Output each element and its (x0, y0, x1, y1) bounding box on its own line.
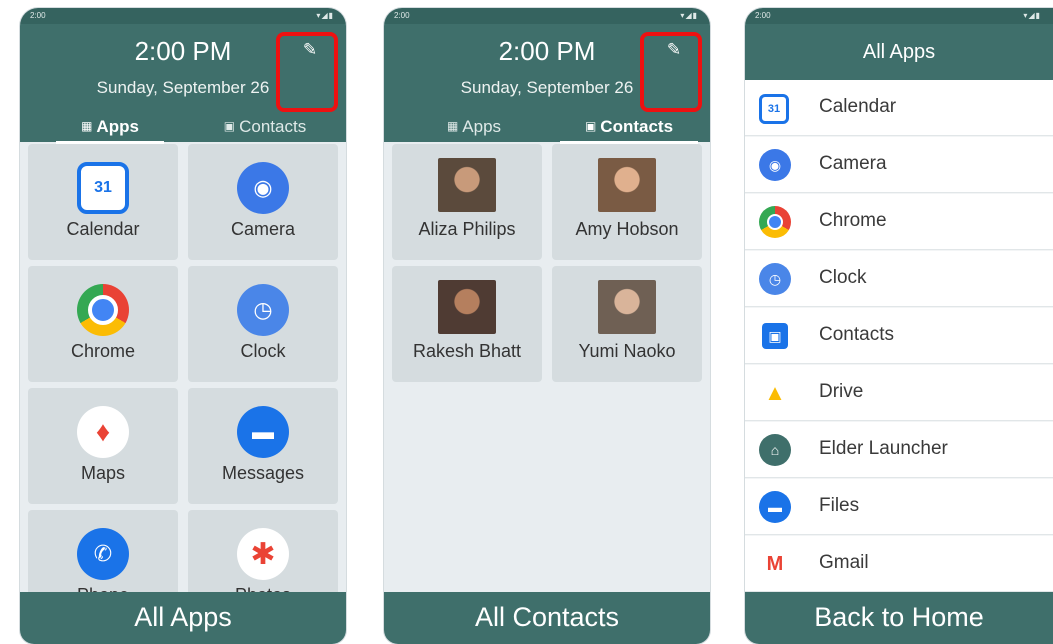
chrome-icon (759, 206, 791, 238)
contact-name: Aliza Philips (418, 219, 516, 239)
contact-tile[interactable]: Rakesh Bhatt (392, 266, 542, 382)
maps-icon: ♦ (77, 406, 129, 458)
all-contacts-button[interactable]: All Contacts (384, 592, 710, 644)
contact-name: Rakesh Bhatt (412, 341, 522, 361)
edit-highlight-box (640, 32, 702, 112)
list-item-gmail[interactable]: M Gmail (745, 536, 1053, 592)
tab-bar: ▦ Apps ▣ Contacts (20, 112, 346, 144)
home-header: 2:00 PM Sunday, September 26 ✎ ▦ Apps ▣ Co… (384, 24, 710, 144)
files-icon: ▬ (759, 491, 791, 523)
gmail-icon: M (759, 548, 791, 580)
phone-apps-screen: 2:00 ▾◢▮ 2:00 PM Sunday, September 26 ✎ … (20, 8, 346, 644)
messages-icon: ▬ (237, 406, 289, 458)
contact-photo (438, 158, 496, 212)
photos-icon: ✱ (237, 528, 289, 580)
tab-contacts[interactable]: ▣ Contacts (190, 112, 340, 142)
contact-name: Yumi Naoko (578, 341, 676, 361)
status-time: 2:00 (755, 11, 771, 20)
list-item-elder-launcher[interactable]: ⌂ Elder Launcher (745, 422, 1053, 478)
tab-bar: ▦ Apps ▣ Contacts (384, 112, 710, 144)
tab-apps[interactable]: ▦ Apps (414, 112, 534, 142)
all-apps-title: All Apps (745, 24, 1053, 80)
all-apps-button[interactable]: All Apps (20, 592, 346, 644)
status-icons: ▾◢▮ (1023, 11, 1041, 20)
list-item-drive[interactable]: ▲ Drive (745, 365, 1053, 421)
list-item-calendar[interactable]: 31 Calendar (745, 80, 1053, 136)
contact-photo (598, 158, 656, 212)
status-icons: ▾◢▮ (316, 11, 334, 20)
status-time: 2:00 (394, 11, 410, 20)
contacts-icon: ▣ (762, 323, 788, 349)
list-item-chrome[interactable]: Chrome (745, 194, 1053, 250)
list-item-contacts[interactable]: ▣ Contacts (745, 308, 1053, 364)
list-item-clock[interactable]: ◷ Clock (745, 251, 1053, 307)
app-tile-clock[interactable]: ◷ Clock (188, 266, 338, 382)
status-bar: 2:00 ▾◢▮ (745, 8, 1053, 24)
app-tile-messages[interactable]: ▬ Messages (188, 388, 338, 504)
phone-all-apps-screen: 2:00 ▾◢▮ All Apps 31 Calendar ◉ Camera C… (745, 8, 1053, 644)
home-header: 2:00 PM Sunday, September 26 ✎ ▦ Apps ▣ Co… (20, 24, 346, 144)
calendar-icon: 31 (77, 162, 129, 214)
list-item-camera[interactable]: ◉ Camera (745, 137, 1053, 193)
phone-contacts-screen: 2:00 ▾◢▮ 2:00 PM Sunday, September 26 ✎ … (384, 8, 710, 644)
contact-photo (598, 280, 656, 334)
camera-icon: ◉ (759, 149, 791, 181)
contact-name: Amy Hobson (575, 219, 679, 239)
back-to-home-button[interactable]: Back to Home (745, 592, 1053, 644)
contact-tile[interactable]: Amy Hobson (552, 144, 702, 260)
list-item-files[interactable]: ▬ Files (745, 479, 1053, 535)
drive-icon: ▲ (764, 380, 786, 405)
calendar-icon: 31 (759, 94, 789, 124)
apps-grid-icon: ▦ (81, 119, 93, 133)
status-bar: 2:00 ▾◢▮ (384, 8, 710, 24)
elder-launcher-icon: ⌂ (759, 434, 791, 466)
contact-tile[interactable]: Yumi Naoko (552, 266, 702, 382)
tab-apps[interactable]: ▦ Apps (50, 112, 170, 144)
clock-icon: ◷ (237, 284, 289, 336)
edit-highlight-box (276, 32, 338, 112)
apps-grid-icon: ▦ (446, 119, 459, 133)
app-tile-camera[interactable]: ◉ Camera (188, 144, 338, 260)
app-tile-chrome[interactable]: Chrome (28, 266, 178, 382)
app-tile-calendar[interactable]: 31 Calendar (28, 144, 178, 260)
contact-tile[interactable]: Aliza Philips (392, 144, 542, 260)
status-icons: ▾◢▮ (680, 11, 698, 20)
tab-contacts[interactable]: ▣ Contacts (554, 112, 704, 144)
contacts-icon: ▣ (584, 119, 597, 133)
status-time: 2:00 (30, 11, 46, 20)
clock-icon: ◷ (759, 263, 791, 295)
app-tile-maps[interactable]: ♦ Maps (28, 388, 178, 504)
status-bar: 2:00 ▾◢▮ (20, 8, 346, 24)
phone-icon: ✆ (77, 528, 129, 580)
contacts-icon: ▣ (223, 119, 236, 133)
chrome-icon (77, 284, 129, 336)
camera-icon: ◉ (237, 162, 289, 214)
contact-photo (438, 280, 496, 334)
